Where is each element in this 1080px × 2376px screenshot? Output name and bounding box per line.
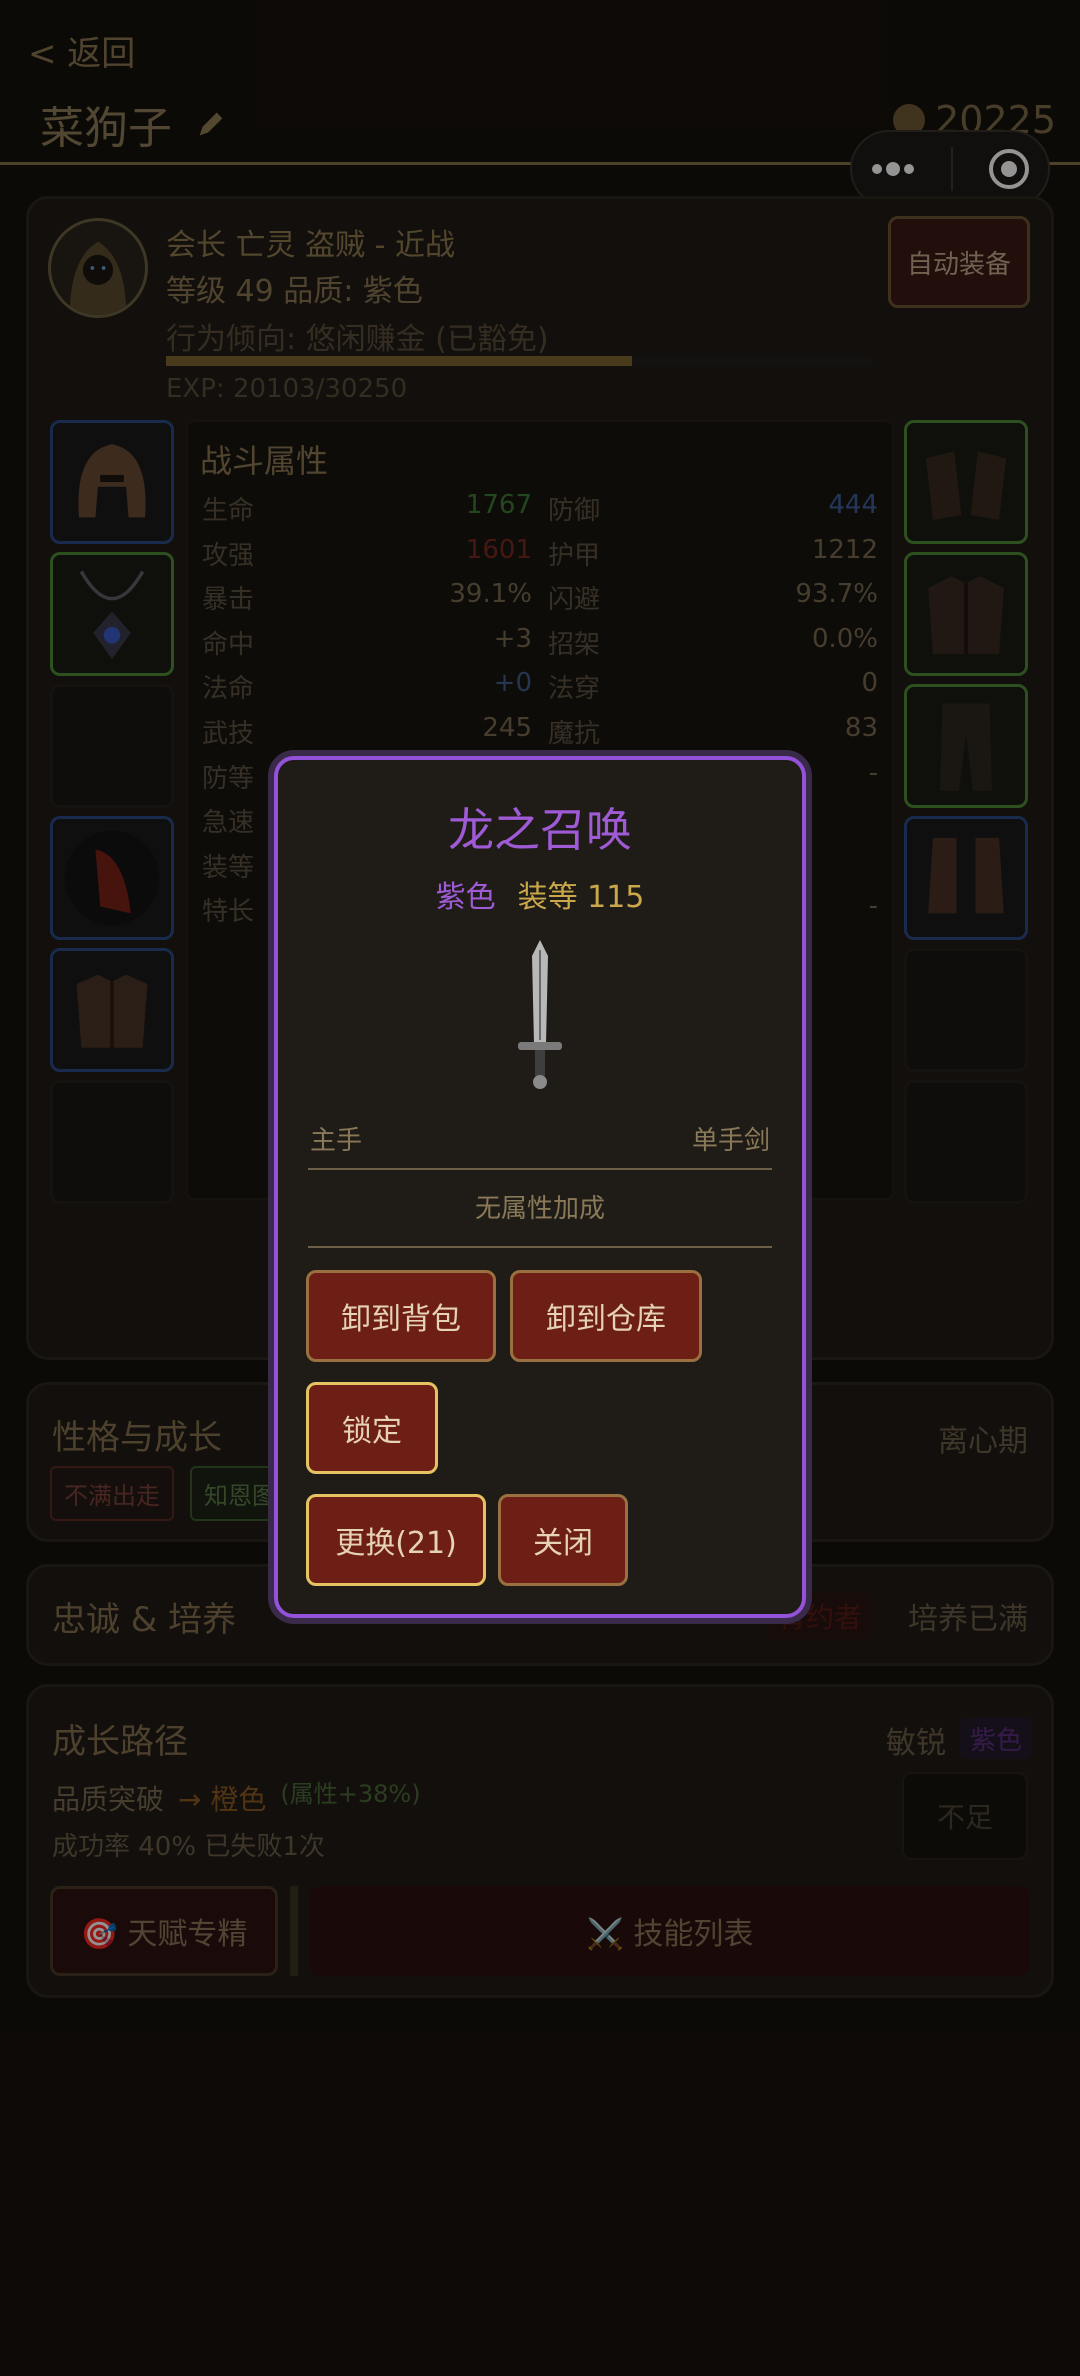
item-quality: 紫色 (435, 880, 496, 915)
item-level: 装等 115 (517, 880, 645, 915)
sword-icon (518, 940, 562, 1089)
item-slot: 主手 (310, 1126, 363, 1156)
modal-divider-1 (308, 1168, 772, 1170)
item-type: 单手剑 (691, 1126, 770, 1156)
unequip-to-bag-button[interactable]: 卸到背包 (306, 1270, 496, 1362)
modal-divider-2 (308, 1246, 772, 1248)
unequip-to-warehouse-button[interactable]: 卸到仓库 (510, 1270, 702, 1362)
item-name: 龙之召唤 (448, 803, 632, 857)
item-quality-ilvl: 紫色 装等 115 (274, 872, 806, 916)
lock-button[interactable]: 锁定 (306, 1382, 438, 1474)
replace-button[interactable]: 更换(21) (306, 1494, 486, 1586)
close-modal-button[interactable]: 关闭 (498, 1494, 628, 1586)
item-attributes: 无属性加成 (474, 1194, 605, 1224)
